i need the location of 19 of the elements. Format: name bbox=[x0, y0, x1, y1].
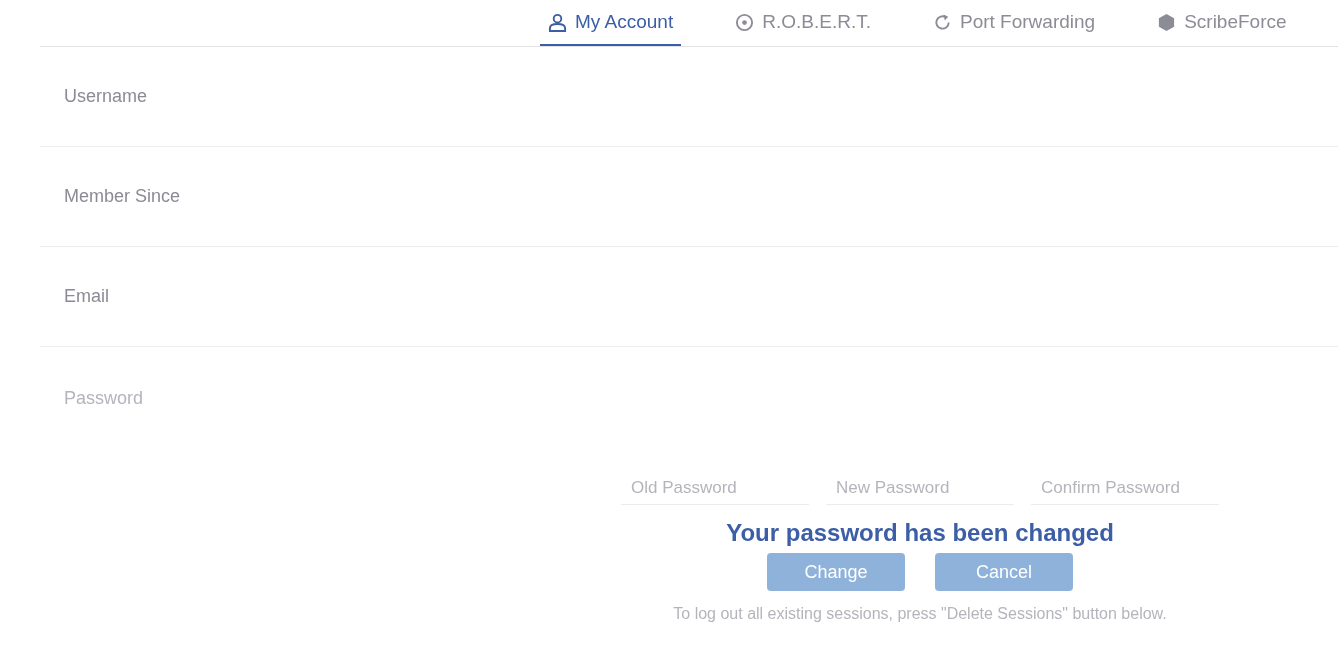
circle-icon bbox=[735, 12, 755, 32]
row-label: Username bbox=[64, 86, 148, 107]
row-label: Member Since bbox=[64, 186, 181, 207]
cancel-button[interactable]: Cancel bbox=[935, 553, 1073, 591]
hexagon-icon bbox=[1157, 12, 1177, 32]
sessions-note: To log out all existing sessions, press "Delete Sessions" button below. bbox=[673, 605, 1167, 623]
refresh-icon bbox=[932, 12, 952, 32]
tab[interactable]: ScribeForce bbox=[1149, 0, 1295, 46]
user-icon bbox=[548, 12, 567, 32]
row-label: Email bbox=[64, 286, 109, 307]
row-label: Password bbox=[64, 388, 144, 408]
tab[interactable]: My Account bbox=[540, 0, 682, 46]
password-field[interactable]: New Password bbox=[826, 471, 1014, 505]
password-field[interactable]: Confirm Password bbox=[1031, 471, 1219, 505]
success-message: Your password has been changed bbox=[726, 519, 1114, 547]
tab[interactable]: R.O.B.E.R.T. bbox=[727, 0, 879, 46]
password-field[interactable]: Old Password bbox=[621, 471, 809, 505]
change-button[interactable]: Change bbox=[767, 553, 905, 591]
tab[interactable]: Port Forwarding bbox=[924, 0, 1104, 46]
